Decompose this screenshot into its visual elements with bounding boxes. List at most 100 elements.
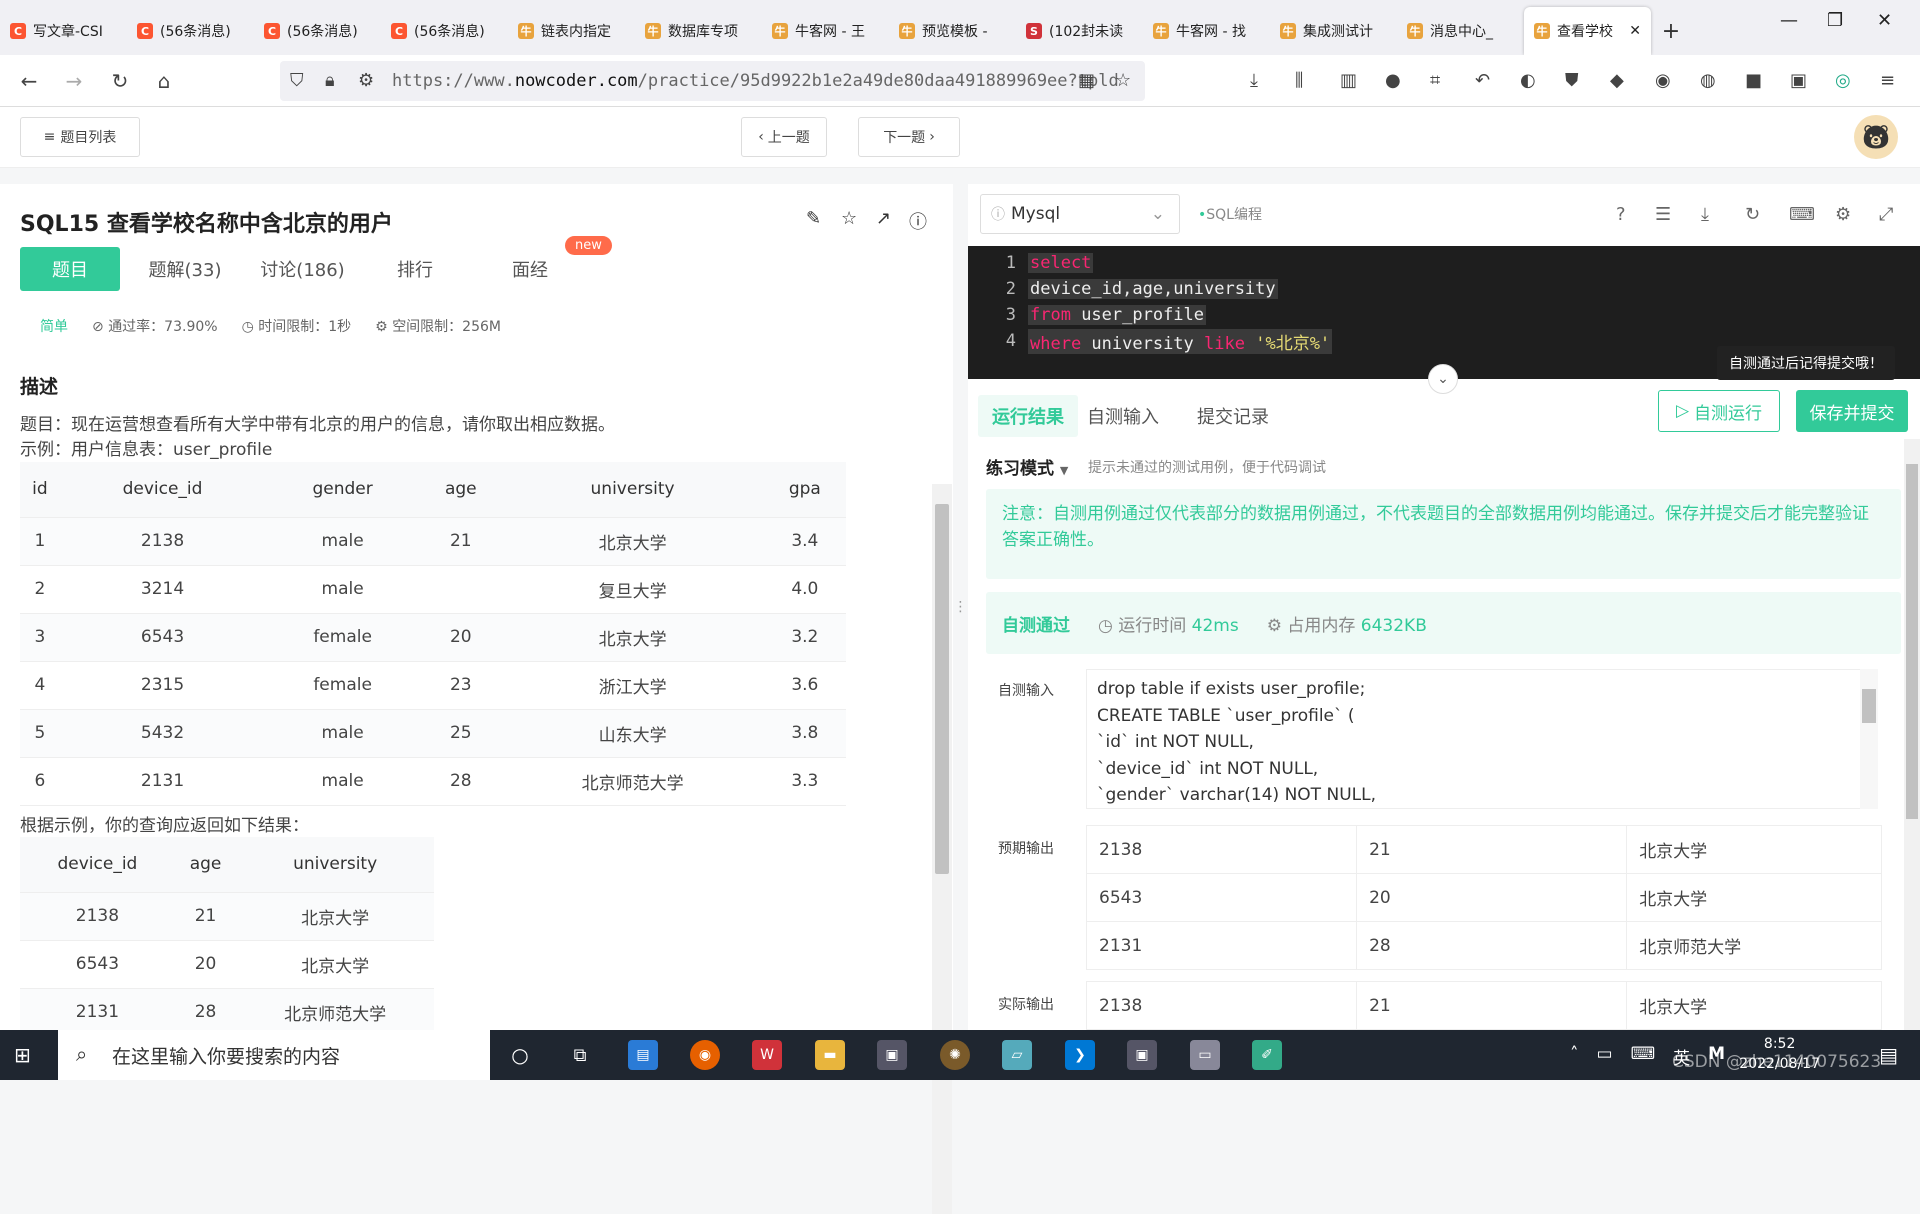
task-view-icon[interactable]: ⧉ bbox=[565, 1040, 595, 1070]
file-explorer-icon[interactable]: ▤ bbox=[628, 1040, 658, 1070]
browser-tab[interactable]: 牛链表内指定 bbox=[508, 7, 635, 55]
next-problem-button[interactable]: 下一题 › bbox=[858, 117, 960, 157]
problem-list-button[interactable]: ≡ 题目列表 bbox=[20, 117, 140, 157]
terminal-icon[interactable]: ▣ bbox=[877, 1040, 907, 1070]
settings-gear-icon[interactable]: ⚙ bbox=[1835, 204, 1851, 225]
share-icon[interactable]: ↗ bbox=[876, 208, 891, 229]
keyboard-tray-icon[interactable]: ⌨ bbox=[1631, 1044, 1656, 1069]
menu-icon[interactable]: ≡ bbox=[1880, 70, 1895, 91]
scrollbar-thumb[interactable] bbox=[935, 504, 949, 874]
vscode-icon[interactable]: ❯ bbox=[1065, 1040, 1095, 1070]
windows-start-icon[interactable]: ⊞ bbox=[14, 1043, 31, 1067]
left-scrollbar[interactable] bbox=[932, 484, 952, 1214]
right-scrollbar[interactable] bbox=[1904, 439, 1920, 1030]
browser-tab[interactable]: S (102封未读 bbox=[1016, 7, 1143, 55]
new-tab-button[interactable]: + bbox=[1651, 7, 1691, 55]
forward-icon[interactable]: → bbox=[62, 69, 86, 93]
tab-problem[interactable]: 题目 bbox=[20, 247, 120, 291]
bookmark-star-icon[interactable]: ☆ bbox=[1115, 70, 1131, 91]
info-icon[interactable]: ● bbox=[1385, 70, 1401, 91]
home-icon[interactable]: ⌂ bbox=[152, 69, 176, 93]
browser-tab[interactable]: 牛集成测试计 bbox=[1270, 7, 1397, 55]
app-gear-icon[interactable]: ✺ bbox=[940, 1040, 970, 1070]
library-icon[interactable]: ⫼ bbox=[1295, 70, 1303, 91]
browser-tab[interactable]: 牛预览模板 - bbox=[889, 7, 1016, 55]
folder-icon[interactable]: ▬ bbox=[815, 1040, 845, 1070]
cortana-icon[interactable]: ○ bbox=[505, 1040, 535, 1070]
undo-icon[interactable]: ↶ bbox=[1475, 70, 1490, 91]
firefox-icon[interactable]: ◉ bbox=[690, 1040, 720, 1070]
scrollbar-thumb[interactable] bbox=[1906, 464, 1918, 819]
back-icon[interactable]: ← bbox=[17, 69, 41, 93]
address-bar[interactable]: https://www.nowcoder.com/practice/95d992… bbox=[280, 61, 1145, 101]
code-text: device_id,age,university bbox=[1028, 279, 1278, 299]
self-input-textarea[interactable]: drop table if exists user_profile; CREATE… bbox=[1086, 669, 1876, 809]
scrollbar-thumb[interactable] bbox=[1862, 689, 1876, 723]
browser-tab[interactable]: 牛牛客网 - 找 bbox=[1143, 7, 1270, 55]
minimize-icon[interactable]: — bbox=[1780, 10, 1798, 31]
avatar[interactable]: 🐻︎ bbox=[1854, 115, 1898, 159]
browser-tab[interactable]: C (56条消息) bbox=[254, 7, 381, 55]
privacy-icon[interactable]: ◆ bbox=[1610, 70, 1624, 91]
lock-icon[interactable]: 🔒︎ bbox=[325, 70, 335, 91]
tab-ranking[interactable]: 排行 bbox=[385, 247, 445, 291]
code-editor[interactable]: 1 select 2 device_id,age,university 3 from us… bbox=[968, 246, 1920, 380]
taskbar-search-input[interactable]: ⌕ 在这里输入你要搜索的内容 bbox=[58, 1030, 490, 1080]
panel-resize-handle[interactable]: ⋮ bbox=[953, 184, 968, 1030]
notification-center-icon[interactable]: ▤ bbox=[1879, 1043, 1898, 1067]
crop-icon[interactable]: ⌗ bbox=[1430, 70, 1440, 91]
self-test-run-button[interactable]: ▷ 自测运行 bbox=[1658, 390, 1780, 432]
browser-tab[interactable]: 牛数据库专项 bbox=[635, 7, 762, 55]
permissions-icon[interactable]: ⚙ bbox=[358, 70, 374, 91]
image-editor-icon[interactable]: ✐ bbox=[1252, 1040, 1282, 1070]
outline-list-icon[interactable]: ☰ bbox=[1655, 204, 1671, 225]
download-code-icon[interactable]: ⤓ bbox=[1701, 204, 1709, 225]
browser-tab[interactable]: 牛牛客网 - 王 bbox=[762, 7, 889, 55]
adblock-icon[interactable]: ⛊ bbox=[1565, 70, 1579, 91]
tab-discussion[interactable]: 讨论(186) bbox=[250, 247, 355, 291]
browser-tab[interactable]: C 写文章-CSI bbox=[0, 7, 127, 55]
edit-icon[interactable]: ✎ bbox=[806, 208, 821, 229]
extension-icon[interactable]: ◐ bbox=[1520, 70, 1536, 91]
globe-icon[interactable]: ◍ bbox=[1700, 70, 1716, 91]
reload-icon[interactable]: ↻ bbox=[108, 69, 132, 93]
browser-tab[interactable]: 牛查看学校 ✕ bbox=[1524, 7, 1651, 55]
tab-run-result[interactable]: 运行结果 bbox=[978, 395, 1078, 437]
download-icon[interactable]: ⤓ bbox=[1250, 70, 1258, 91]
report-icon[interactable]: ⓘ bbox=[909, 208, 927, 234]
favorite-star-icon[interactable]: ☆ bbox=[841, 208, 857, 229]
notification-icon[interactable]: ◎ bbox=[1835, 70, 1851, 91]
sidebar-icon[interactable]: ▥ bbox=[1340, 70, 1357, 91]
mask-icon[interactable]: ■ bbox=[1745, 70, 1762, 91]
sync-icon[interactable]: ◉ bbox=[1655, 70, 1671, 91]
fullscreen-icon[interactable]: ⤢ bbox=[1879, 204, 1893, 225]
collapse-editor-button[interactable]: ⌄ bbox=[1428, 364, 1458, 394]
help-icon[interactable]: ? bbox=[1616, 204, 1626, 225]
tab-interview[interactable]: 面经 bbox=[490, 247, 570, 291]
tab-solutions[interactable]: 题解(33) bbox=[140, 247, 230, 291]
wps-icon[interactable]: W bbox=[752, 1040, 782, 1070]
tab-self-input[interactable]: 自测输入 bbox=[1073, 395, 1173, 437]
terminal2-icon[interactable]: ▣ bbox=[1127, 1040, 1157, 1070]
save-submit-button[interactable]: 保存并提交 bbox=[1796, 390, 1908, 432]
close-tab-icon[interactable]: ✕ bbox=[1629, 23, 1641, 39]
language-select[interactable]: ⓘ Mysql ⌄ bbox=[980, 194, 1180, 234]
browser-tab[interactable]: C (56条消息) bbox=[381, 7, 508, 55]
tab-submit-history[interactable]: 提交记录 bbox=[1183, 395, 1283, 437]
browser-tab[interactable]: C (56条消息) bbox=[127, 7, 254, 55]
shield-icon[interactable]: ⛉ bbox=[290, 70, 304, 91]
browser-tab[interactable]: 牛消息中心_ bbox=[1397, 7, 1524, 55]
qrcode-icon[interactable]: ▦ bbox=[1078, 70, 1095, 91]
prev-problem-button[interactable]: ‹ 上一题 bbox=[741, 117, 827, 157]
reset-icon[interactable]: ↻ bbox=[1745, 204, 1760, 225]
tray-chevron-icon[interactable]: ˄ bbox=[1570, 1044, 1579, 1069]
practice-mode-select[interactable]: 练习模式 ▼ bbox=[986, 454, 1068, 479]
notepad-icon[interactable]: ▱ bbox=[1002, 1040, 1032, 1070]
remote-desktop-icon[interactable]: ▭ bbox=[1190, 1040, 1220, 1070]
network-icon[interactable]: ▭ bbox=[1597, 1044, 1613, 1069]
input-scrollbar[interactable] bbox=[1860, 669, 1878, 809]
close-window-icon[interactable]: ✕ bbox=[1877, 10, 1892, 31]
addon-icon[interactable]: ▣ bbox=[1790, 70, 1807, 91]
keyboard-icon[interactable]: ⌨ bbox=[1789, 204, 1815, 225]
restore-icon[interactable]: ❐ bbox=[1827, 10, 1843, 31]
